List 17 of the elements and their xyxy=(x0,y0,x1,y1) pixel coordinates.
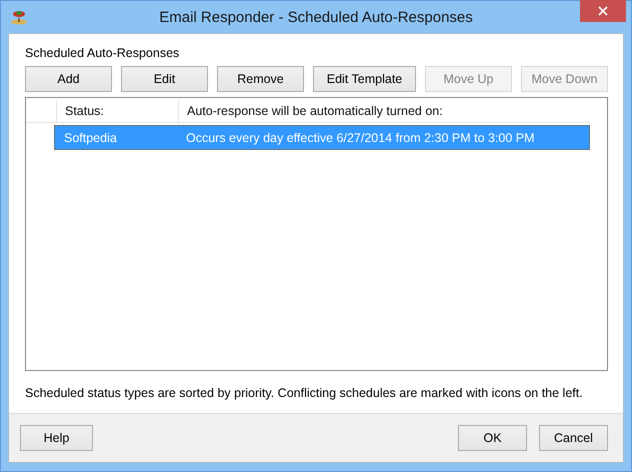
note-text: Scheduled status types are sorted by priority. Conflicting schedules are marked with icons on the left. xyxy=(25,386,584,400)
dialog-button[interactable]: OK xyxy=(458,425,527,451)
column-header[interactable]: Auto-response will be automatically turned on: xyxy=(178,100,590,122)
table-cell-text: Occurs every day effective 6/27/2014 from 2:30 PM to 3:00 PM xyxy=(185,130,536,147)
toolbar-button[interactable]: Edit xyxy=(121,66,208,92)
dialog-button[interactable]: Cancel xyxy=(539,425,608,451)
table-cell-text: Softpedia xyxy=(63,130,118,147)
close-button[interactable] xyxy=(580,0,626,22)
close-icon xyxy=(598,6,608,16)
toolbar-button[interactable]: Edit Template xyxy=(313,66,416,92)
window-title: Email Responder - Scheduled Auto-Responses xyxy=(158,8,474,26)
toolbar-button[interactable]: Remove xyxy=(217,66,304,92)
column-header[interactable]: Status: xyxy=(56,100,178,122)
toolbar-button[interactable]: Add xyxy=(25,66,112,92)
group-label: Scheduled Auto-Responses xyxy=(25,46,180,60)
island-icon xyxy=(10,9,28,25)
help-button[interactable]: Help xyxy=(20,425,93,451)
